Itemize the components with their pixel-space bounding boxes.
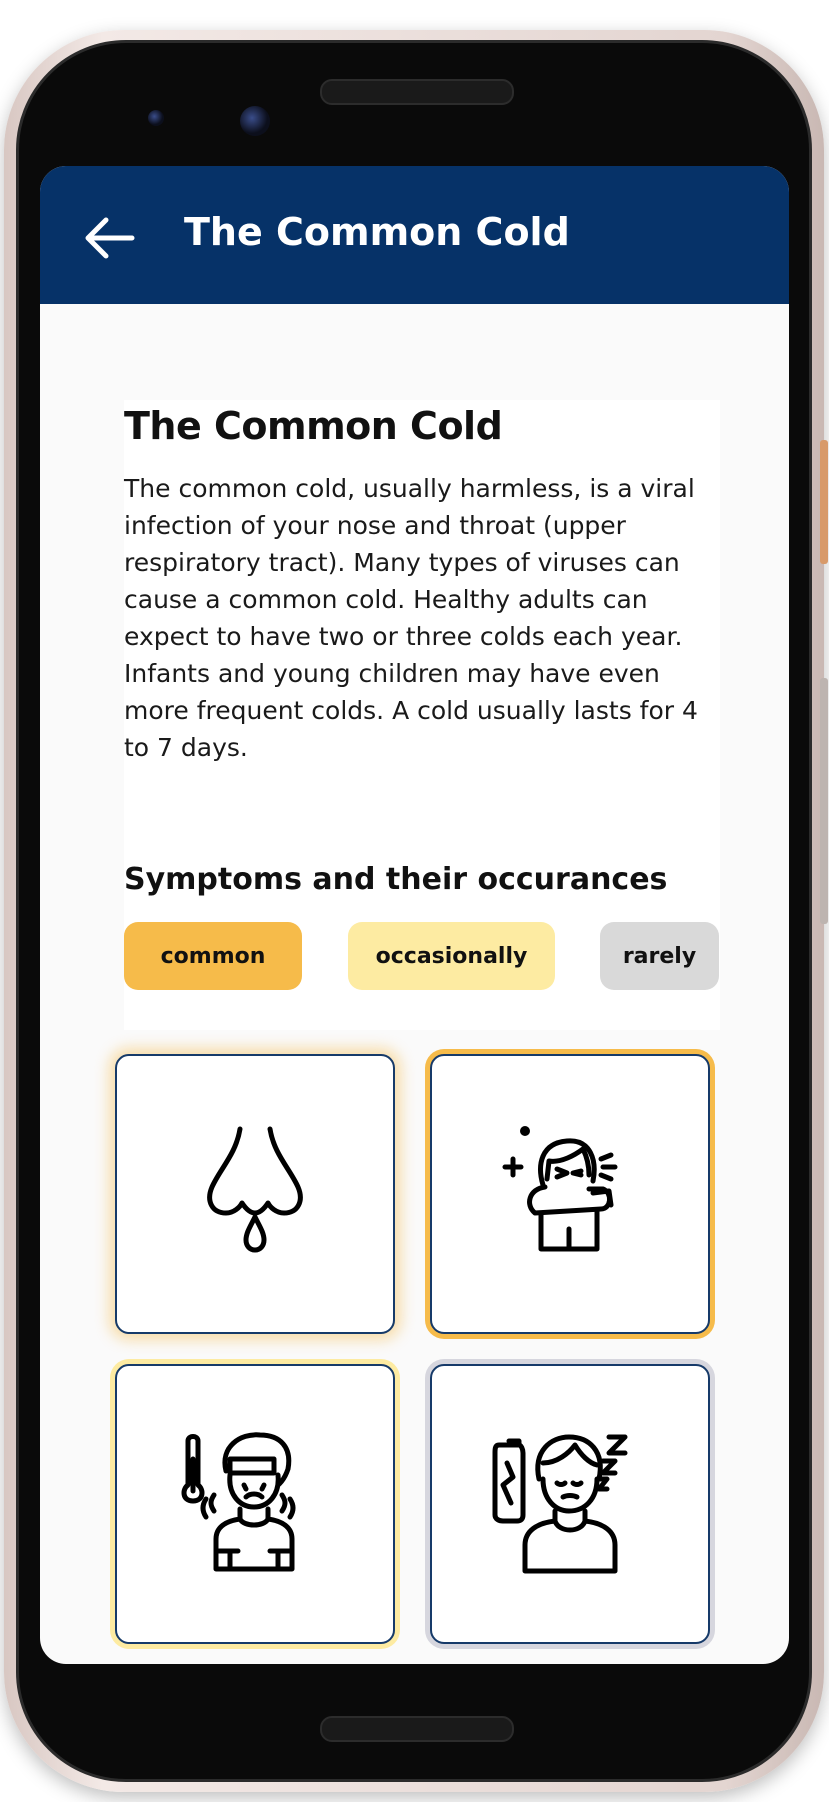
app-bar: The Common Cold xyxy=(40,166,789,304)
legend-occasionally[interactable]: occasionally xyxy=(348,922,555,990)
legend-common[interactable]: common xyxy=(124,922,302,990)
arrow-left-icon[interactable] xyxy=(80,215,136,261)
fatigue-icon xyxy=(492,1434,628,1574)
bottom-speaker xyxy=(320,1716,514,1742)
app-screen: The Common Cold The Common Cold The comm… xyxy=(40,166,789,1664)
symptom-tile-fever[interactable] xyxy=(115,1364,395,1644)
fever-icon xyxy=(181,1432,296,1572)
description-text: The common cold, usually harmless, is a … xyxy=(124,474,698,762)
sensor xyxy=(148,110,164,126)
front-camera xyxy=(240,106,270,136)
symptom-tile-fatigue[interactable] xyxy=(430,1364,710,1644)
power-button xyxy=(820,440,828,564)
sneezing-icon xyxy=(502,1126,618,1252)
legend-rarely[interactable]: rarely xyxy=(600,922,719,990)
symptoms-heading: Symptoms and their occurances xyxy=(124,862,668,897)
page-title: The Common Cold xyxy=(124,404,503,448)
symptom-tile-sneezing[interactable] xyxy=(430,1054,710,1334)
runny-nose-icon xyxy=(207,1126,303,1253)
symptom-tile-runny-nose[interactable] xyxy=(115,1054,395,1334)
appbar-title: The Common Cold xyxy=(184,210,570,254)
volume-button xyxy=(820,678,828,924)
earpiece-speaker xyxy=(320,79,514,105)
